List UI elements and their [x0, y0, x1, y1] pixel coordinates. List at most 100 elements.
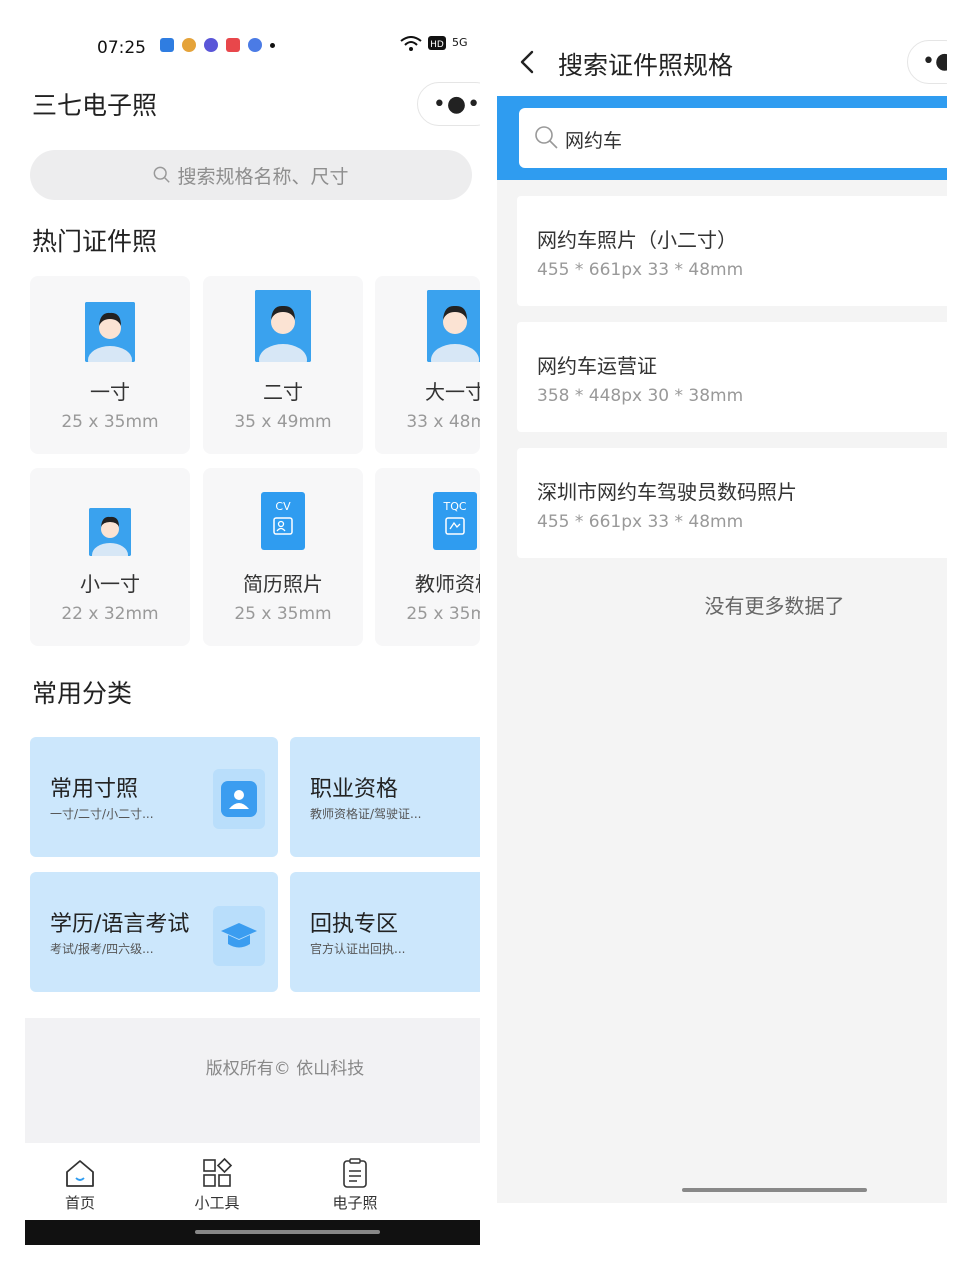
search-input[interactable]: 搜索规格名称、尺寸	[30, 150, 472, 200]
teacher-badge: TQC	[443, 500, 467, 513]
home-indicator	[195, 1230, 380, 1234]
result-name: 网约车照片（小二寸）	[537, 228, 737, 252]
result-size: 358 * 448px 30 * 38mm	[537, 386, 744, 406]
home-indicator	[682, 1188, 867, 1192]
more-menu-button[interactable]: •●	[907, 40, 947, 84]
status-bar: 07:25 HD 5G	[25, 28, 480, 70]
hot-item-name: 小一寸	[80, 572, 140, 596]
hot-item-name: 一寸	[90, 380, 130, 404]
hot-section-title: 热门证件照	[32, 227, 158, 256]
tab-label: 小工具	[194, 1194, 240, 1212]
resume-badge: CV	[275, 500, 291, 513]
category-subtitle: 考试/报考/四六级...	[50, 942, 154, 956]
hd-icon: HD	[428, 36, 446, 50]
category-common-sizes[interactable]: 常用寸照 一寸/二寸/小二寸...	[30, 737, 278, 857]
back-arrow-icon[interactable]	[517, 48, 537, 76]
hot-item-size: 35 x 49mm	[234, 412, 332, 432]
document-icon	[343, 1158, 367, 1188]
category-title: 回执专区	[310, 912, 399, 937]
hot-item-name: 简历照片	[243, 572, 323, 596]
category-education-exam[interactable]: 学历/语言考试 考试/报考/四六级...	[30, 872, 278, 992]
result-item[interactable]: 深圳市网约车驾驶员数码照片 455 * 661px 33 * 48mm	[517, 448, 947, 558]
category-icon-box	[213, 769, 265, 829]
hot-item-name: 二寸	[263, 380, 303, 404]
copyright-text: 版权所有© 依山科技	[205, 1059, 365, 1079]
hot-item-large-one-inch[interactable]: 大一寸 33 x 48mm	[375, 276, 480, 454]
status-time: 07:25	[97, 38, 146, 58]
search-header: 搜索证件照规格 •●	[497, 28, 947, 98]
portrait-icon	[427, 290, 480, 362]
result-size: 455 * 661px 33 * 48mm	[537, 512, 744, 532]
hot-item-teacher[interactable]: TQC 教师资格 25 x 35mm	[375, 468, 480, 646]
signal-label: 5G	[452, 36, 468, 49]
wifi-icon	[400, 36, 422, 51]
category-section-title: 常用分类	[32, 679, 133, 708]
result-item[interactable]: 网约车运营证 358 * 448px 30 * 38mm	[517, 322, 947, 432]
hot-item-size: 25 x 35mm	[234, 604, 332, 624]
hot-item-name: 大一寸	[425, 380, 480, 404]
grid-icon	[203, 1157, 233, 1187]
teacher-doc-icon: TQC	[433, 492, 477, 550]
portrait-icon	[255, 290, 311, 362]
category-receipt[interactable]: 回执专区 官方认证出回执...	[290, 872, 480, 992]
app-title: 三七电子照	[32, 91, 158, 120]
search-value: 网约车	[565, 130, 623, 152]
category-subtitle: 一寸/二寸/小二寸...	[50, 807, 154, 821]
app-notification-icon	[160, 38, 174, 52]
bottom-tab-bar: 首页 小工具 电子照	[25, 1146, 480, 1220]
tab-label: 电子照	[332, 1194, 378, 1212]
app-notification-icon	[226, 38, 240, 52]
hot-item-two-inch[interactable]: 二寸 35 x 49mm	[203, 276, 363, 454]
resume-doc-icon: CV	[261, 492, 305, 550]
svg-text:HD: HD	[430, 40, 444, 50]
tab-home[interactable]: 首页	[45, 1156, 115, 1213]
search-screen: 搜索证件照规格 •● 网约车 网约车照片（小二寸） 455 * 661px 33…	[497, 28, 947, 1203]
category-subtitle: 教师资格证/驾驶证...	[310, 807, 422, 821]
more-dots-icon: •●•	[432, 91, 480, 117]
hot-item-small-one-inch[interactable]: 小一寸 22 x 32mm	[30, 468, 190, 646]
certificate-icon	[445, 517, 465, 535]
result-name: 深圳市网约车驾驶员数码照片	[537, 480, 797, 504]
app-notification-icon	[182, 38, 196, 52]
profile-card-icon	[273, 517, 293, 535]
search-placeholder: 搜索规格名称、尺寸	[177, 165, 349, 188]
home-icon	[66, 1160, 94, 1187]
tab-label: 首页	[64, 1194, 95, 1212]
category-title: 学历/语言考试	[50, 912, 190, 937]
search-icon	[535, 126, 558, 149]
hot-item-size: 33 x 48mm	[406, 412, 480, 432]
hot-item-name: 教师资格	[415, 572, 480, 596]
category-subtitle: 官方认证出回执...	[310, 942, 406, 956]
home-screen: 07:25 HD 5G 三七电子照 •●• 搜索规格名称、尺寸 热门证件照 一寸…	[25, 28, 480, 1245]
more-menu-button[interactable]: •●•	[417, 82, 480, 126]
app-notification-icon	[204, 38, 218, 52]
tab-e-photo[interactable]: 电子照	[320, 1156, 390, 1213]
result-item[interactable]: 网约车照片（小二寸） 455 * 661px 33 * 48mm	[517, 196, 947, 306]
more-dots-icon: •●	[922, 49, 947, 74]
status-right: HD 5G	[400, 36, 468, 52]
app-notification-icon	[248, 38, 262, 52]
category-professional[interactable]: 职业资格 教师资格证/驾驶证...	[290, 737, 480, 857]
graduation-cap-icon	[221, 923, 257, 948]
person-card-icon	[221, 781, 257, 817]
hot-item-one-inch[interactable]: 一寸 25 x 35mm	[30, 276, 190, 454]
portrait-icon	[85, 302, 135, 362]
no-more-data: 没有更多数据了	[704, 594, 845, 618]
result-size: 455 * 661px 33 * 48mm	[537, 260, 744, 280]
gesture-bar	[25, 1220, 480, 1245]
screenshot-stage: 07:25 HD 5G 三七电子照 •●• 搜索规格名称、尺寸 热门证件照 一寸…	[0, 0, 971, 1280]
hot-item-size: 25 x 35mm	[61, 412, 159, 432]
portrait-icon	[89, 508, 131, 556]
search-input[interactable]: 网约车	[519, 108, 947, 168]
dot-icon	[270, 43, 275, 48]
result-name: 网约车运营证	[537, 354, 657, 378]
search-page-title: 搜索证件照规格	[558, 51, 734, 80]
search-icon	[154, 166, 171, 183]
hot-item-size: 22 x 32mm	[61, 604, 159, 624]
hot-item-resume[interactable]: CV 简历照片 25 x 35mm	[203, 468, 363, 646]
notification-icons	[160, 38, 275, 52]
category-icon-box	[213, 906, 265, 966]
hot-item-size: 25 x 35mm	[406, 604, 480, 624]
tab-tools[interactable]: 小工具	[182, 1156, 252, 1213]
footer-band	[25, 1018, 480, 1143]
